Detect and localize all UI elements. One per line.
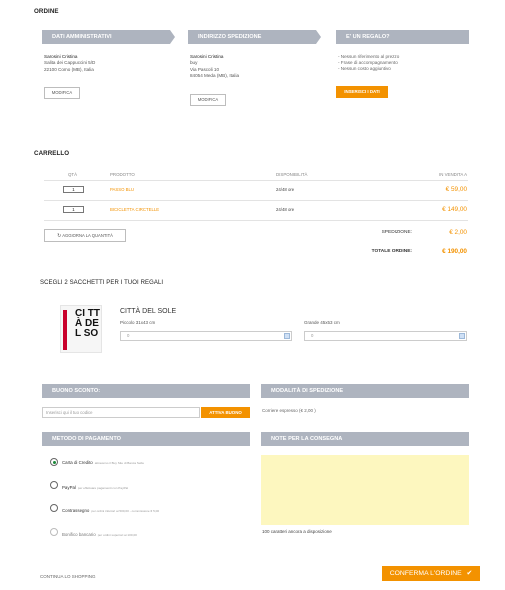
bag-logo-text: CI TTÀ DE L SO <box>75 308 100 339</box>
payment-radio-cod[interactable] <box>50 504 58 512</box>
table-divider <box>44 220 468 221</box>
bag-large-select[interactable]: 0 <box>304 331 467 341</box>
admin-city: 22100 Como (MB), Italia <box>44 66 94 72</box>
admin-edit-button[interactable]: MODIFICA <box>44 87 80 99</box>
notes-header: NOTE PER LA CONSEGNA <box>261 432 469 446</box>
payment-name: Carta di Credito <box>62 460 93 465</box>
payment-option-card: Carta di Credito attraverso il Buy Site d… <box>62 460 144 465</box>
payment-note: per ordini superiori ai 100,00 <box>97 533 137 537</box>
bags-title: SCEGLI 2 SACCHETTI PER I TUOI REGALI <box>40 280 164 286</box>
confirm-order-button[interactable]: CONFERMA L'ORDINE ✔ <box>382 566 480 581</box>
bag-large-label: Grande 45x53 cm <box>304 320 340 325</box>
table-divider <box>44 200 468 201</box>
chevron-down-icon <box>284 333 290 339</box>
payment-note: per ordini inferiori ai 500,00 - commiss… <box>91 509 160 513</box>
discount-header: BUONO SCONTO: <box>42 384 250 398</box>
update-quantity-label: AGGIORNA LA QUANTITÀ <box>62 233 113 238</box>
shipping-address: Sarosini Cristina buy Via Pascoli 10 840… <box>190 54 239 79</box>
gift-header: E' UN REGALO? <box>336 30 469 44</box>
qty-input[interactable]: 1 <box>63 206 84 213</box>
shipping-city: 84054 Meda (MB), Italia <box>190 72 240 78</box>
payment-note: per effettuare pagamenti con PayPal <box>77 486 129 490</box>
cart-title: CARRELLO <box>34 150 70 157</box>
activate-voucher-button[interactable]: ATTIVA BUONO <box>201 407 250 418</box>
gift-benefits: - Nessun riferimento al prezzo - Frase d… <box>338 54 399 73</box>
payment-option-transfer: Bonifico bancario per ordini superiori ai… <box>62 532 137 537</box>
bag-large-value: 0 <box>311 333 314 338</box>
col-availability: DISPONIBILITÀ <box>276 172 308 177</box>
product-availability: 24/48 ore <box>276 207 295 212</box>
bag-city-name: CITTÀ DEL SOLE <box>120 308 177 315</box>
product-availability: 24/48 ore <box>276 187 295 192</box>
payment-radio-card[interactable] <box>50 458 58 466</box>
shipping-edit-button[interactable]: MODIFICA <box>190 94 226 106</box>
payment-name: PayPal <box>62 485 76 490</box>
payment-note: attraverso il Buy Site di Banca Sella <box>94 461 144 465</box>
discount-input[interactable]: Inserisci qui il tuo codice <box>42 407 200 418</box>
continue-shopping-link[interactable]: CONTINUA LO SHOPPING <box>40 574 96 579</box>
chevron-down-icon <box>459 333 465 339</box>
payment-radio-transfer[interactable] <box>50 528 58 536</box>
payment-name: Bonifico bancario <box>62 532 96 537</box>
refresh-icon: ↻ <box>57 233 62 239</box>
product-price: € 149,00 <box>442 206 467 213</box>
table-divider <box>44 180 468 181</box>
bag-image: CI TTÀ DE L SO <box>60 305 102 353</box>
product-link[interactable]: PASSO BLU <box>110 187 134 192</box>
col-price: IN VENDITA A <box>439 172 467 177</box>
gift-benefit: - Nessun costo aggiuntivo <box>338 66 391 72</box>
col-qty: QTÀ <box>68 172 78 177</box>
admin-street: Salita dei Cappuccini 5/D <box>44 60 96 66</box>
shipping-cost-value: € 2,00 <box>449 229 467 236</box>
confirm-order-label: CONFERMA L'ORDINE <box>389 570 462 577</box>
shipping-mode-header: MODALITÀ DI SPEDIZIONE <box>261 384 469 398</box>
bag-small-value: 0 <box>127 333 130 338</box>
notes-textarea[interactable] <box>261 455 469 525</box>
checkmark-icon: ✔ <box>466 570 473 577</box>
order-title: ORDINE <box>34 8 59 15</box>
bag-pattern <box>63 310 67 350</box>
payment-option-cod: Contrassegno per ordini inferiori ai 500,… <box>62 508 159 513</box>
gift-insert-button[interactable]: INSERISCI I DATI <box>336 86 388 98</box>
bag-small-label: Piccolo 31x43 cm <box>120 320 156 325</box>
admin-address: Sarosini Cristina Salita dei Cappuccini … <box>44 54 95 73</box>
order-total-label: TOTALE ORDINE: <box>371 249 412 254</box>
order-total-value: € 190,00 <box>442 248 467 255</box>
payment-name: Contrassegno <box>62 508 90 513</box>
bag-small-select[interactable]: 0 <box>120 331 292 341</box>
payment-header: METODO DI PAGAMENTO <box>42 432 250 446</box>
admin-header: DATI AMMINISTRATIVI <box>42 30 175 44</box>
product-price: € 59,00 <box>445 186 467 193</box>
product-link[interactable]: BICICLETTA CIRCTELLE <box>110 207 159 212</box>
update-quantity-button[interactable]: ↻ AGGIORNA LA QUANTITÀ <box>44 229 126 242</box>
payment-radio-paypal[interactable] <box>50 481 58 489</box>
col-product: PRODOTTO <box>110 172 135 177</box>
shipping-header: INDIRIZZO SPEDIZIONE <box>188 30 321 44</box>
notes-counter: 100 caratteri ancora a disposizione <box>262 529 332 534</box>
shipping-mode-value: Corriere espresso (€ 2,00 ) <box>262 408 316 413</box>
shipping-cost-label: SPEDIZIONE: <box>381 230 412 235</box>
discount-placeholder: Inserisci qui il tuo codice <box>46 410 93 415</box>
qty-input[interactable]: 1 <box>63 186 84 193</box>
payment-option-paypal: PayPal per effettuare pagamenti con PayPa… <box>62 485 128 490</box>
